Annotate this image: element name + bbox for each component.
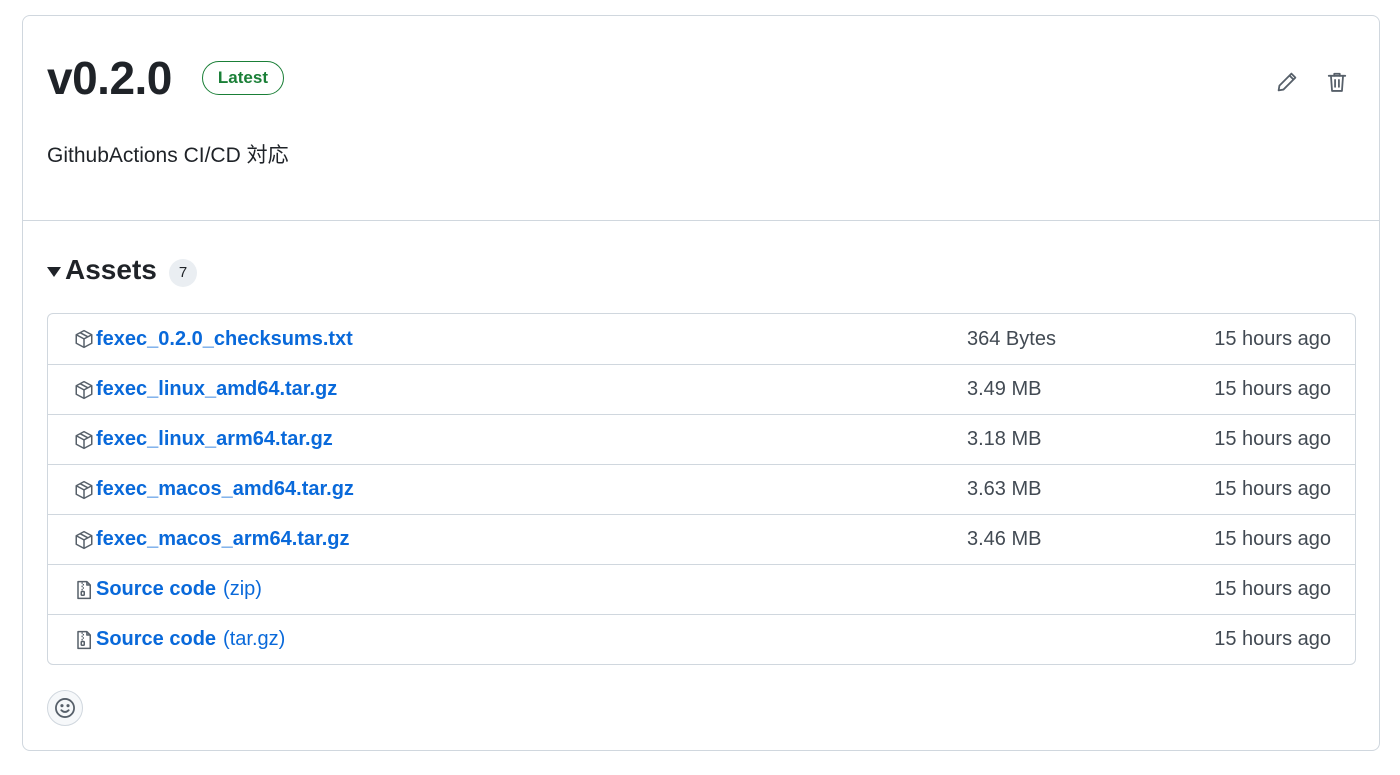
asset-size: 3.49 MB	[967, 378, 1042, 400]
asset-row: fexec_linux_amd64.tar.gz 3.49 MB 15 hours …	[48, 364, 1355, 414]
asset-name-group: fexec_macos_amd64.tar.gz	[73, 478, 354, 501]
asset-row: fexec_macos_amd64.tar.gz 3.63 MB 15 hours …	[48, 464, 1355, 514]
asset-name-group: fexec_0.2.0_checksums.txt	[73, 328, 353, 351]
package-icon	[73, 328, 95, 350]
asset-link-suffix[interactable]: (zip)	[223, 578, 262, 601]
trash-icon[interactable]	[1325, 70, 1349, 94]
smiley-icon	[55, 698, 75, 718]
assets-title: Assets	[65, 254, 157, 285]
assets-list: fexec_0.2.0_checksums.txt 364 Bytes 15 hou…	[47, 313, 1356, 665]
asset-link[interactable]: Source code	[96, 628, 216, 651]
assets-toggle[interactable]: Assets 7	[47, 252, 198, 288]
asset-size: 364 Bytes	[967, 327, 1056, 350]
release-actions	[1275, 70, 1349, 94]
asset-timestamp: 15 hours ago	[1214, 578, 1331, 600]
asset-link[interactable]: fexec_macos_amd64.tar.gz	[96, 478, 354, 501]
package-icon	[73, 429, 95, 451]
asset-name-group: Source code (zip)	[73, 578, 262, 601]
asset-link-suffix[interactable]: (tar.gz)	[223, 628, 285, 651]
asset-timestamp: 15 hours ago	[1214, 528, 1331, 550]
package-icon	[73, 479, 95, 501]
asset-size: 3.18 MB	[967, 428, 1042, 450]
asset-row: Source code (zip) 15 hours ago	[48, 564, 1355, 614]
release-description: GithubActions CI/CD 対応	[47, 144, 289, 167]
asset-timestamp: 15 hours ago	[1214, 327, 1331, 350]
add-reaction-button[interactable]	[47, 690, 83, 726]
triangle-down-icon	[47, 266, 61, 277]
asset-size: 3.46 MB	[967, 528, 1042, 550]
package-icon	[73, 379, 95, 401]
asset-timestamp: 15 hours ago	[1214, 628, 1331, 650]
release-title-row: v0.2.0 Latest	[47, 50, 284, 106]
asset-link[interactable]: fexec_linux_amd64.tar.gz	[96, 378, 337, 401]
asset-link[interactable]: fexec_linux_arm64.tar.gz	[96, 428, 333, 451]
file-zip-icon	[73, 629, 95, 651]
asset-row: fexec_0.2.0_checksums.txt 364 Bytes 15 hou…	[48, 314, 1355, 364]
asset-link[interactable]: fexec_macos_arm64.tar.gz	[96, 528, 350, 551]
release-header: v0.2.0 Latest GithubActions CI/CD 対応	[23, 16, 1379, 221]
asset-row: Source code (tar.gz) 15 hours ago	[48, 614, 1355, 664]
asset-name-group: fexec_linux_amd64.tar.gz	[73, 378, 337, 401]
asset-link[interactable]: fexec_0.2.0_checksums.txt	[96, 328, 353, 351]
asset-size: 3.63 MB	[967, 478, 1042, 500]
asset-name-group: Source code (tar.gz)	[73, 628, 285, 651]
asset-name-group: fexec_macos_arm64.tar.gz	[73, 528, 350, 551]
release-title[interactable]: v0.2.0	[47, 50, 172, 106]
asset-link[interactable]: Source code	[96, 578, 216, 601]
asset-timestamp: 15 hours ago	[1214, 428, 1331, 450]
latest-badge: Latest	[201, 61, 284, 95]
asset-row: fexec_linux_arm64.tar.gz 3.18 MB 15 hours …	[48, 414, 1355, 464]
assets-count-badge: 7	[168, 259, 198, 287]
release-card: v0.2.0 Latest GithubActions CI/CD 対応 Ass…	[22, 15, 1380, 751]
asset-row: fexec_macos_arm64.tar.gz 3.46 MB 15 hours …	[48, 514, 1355, 564]
package-icon	[73, 529, 95, 551]
asset-name-group: fexec_linux_arm64.tar.gz	[73, 428, 333, 451]
asset-timestamp: 15 hours ago	[1214, 478, 1331, 500]
asset-timestamp: 15 hours ago	[1214, 378, 1331, 400]
file-zip-icon	[73, 579, 95, 601]
pencil-icon[interactable]	[1275, 70, 1299, 94]
